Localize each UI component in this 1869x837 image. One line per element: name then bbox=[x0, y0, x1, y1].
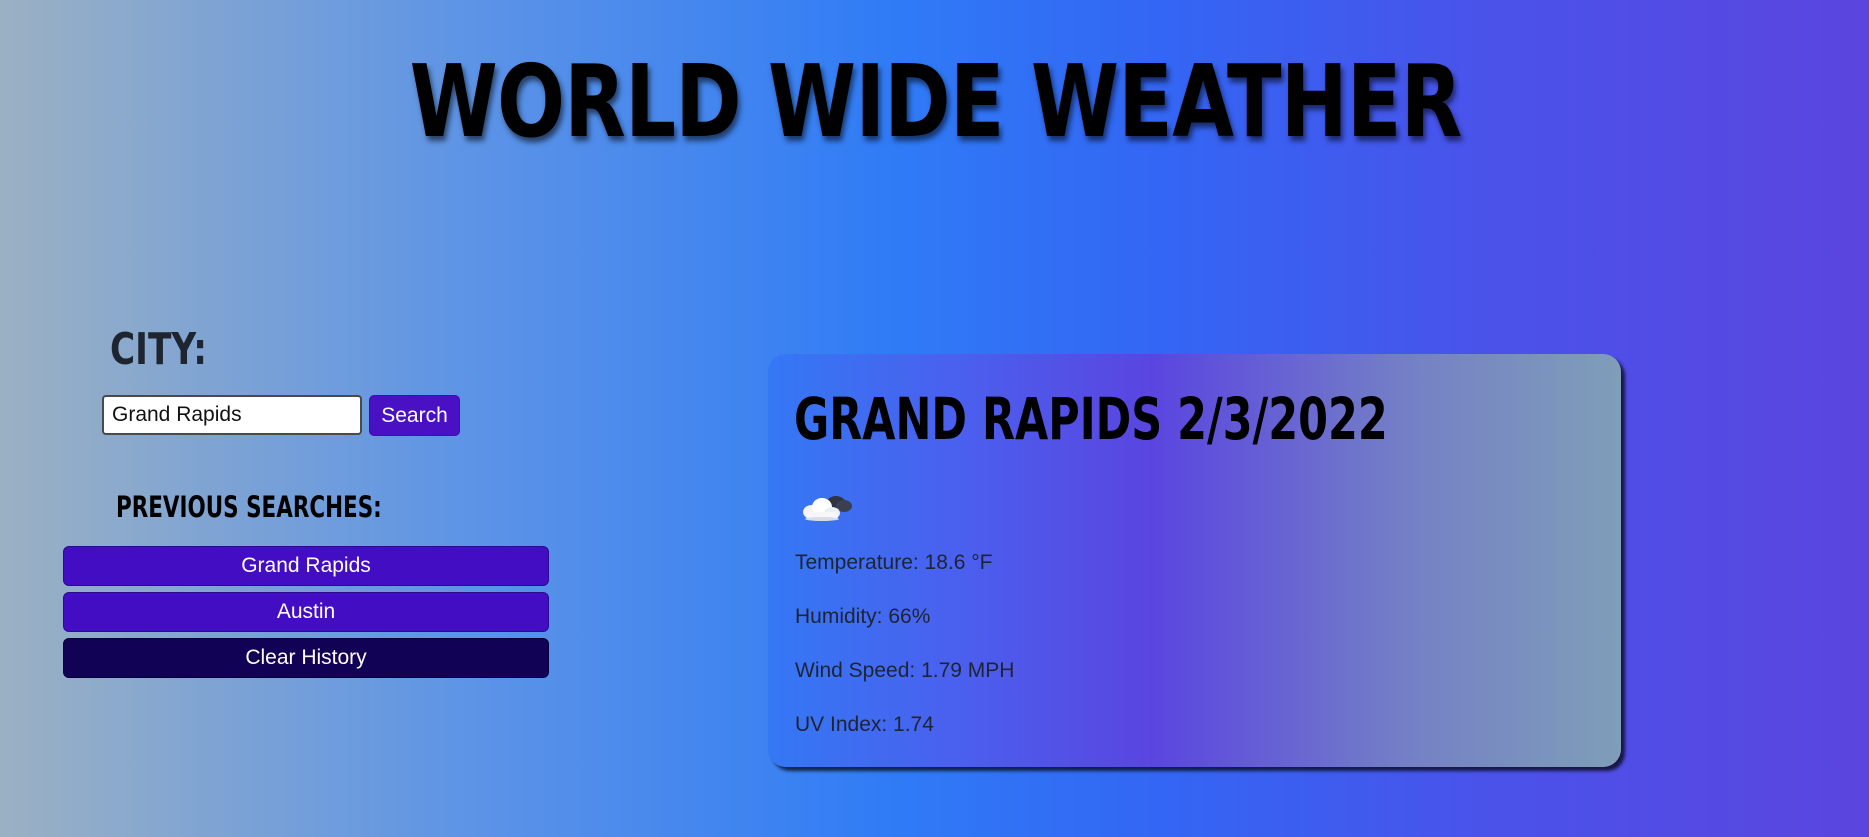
wind-speed-text: Wind Speed: 1.79 MPH bbox=[795, 659, 1015, 682]
search-button[interactable]: Search bbox=[369, 395, 460, 436]
city-date-title: Grand Rapids 2/3/2022 bbox=[794, 385, 1388, 453]
history-item-grand-rapids[interactable]: Grand Rapids bbox=[63, 546, 549, 586]
cloudy-night-icon bbox=[803, 496, 852, 521]
previous-searches-label: Previous Searches: bbox=[116, 490, 382, 524]
temperature-text: Temperature: 18.6 °F bbox=[795, 551, 993, 574]
site-title: World Wide Weather bbox=[409, 43, 1463, 160]
city-search-input[interactable] bbox=[102, 395, 362, 435]
humidity-text: Humidity: 66% bbox=[795, 605, 931, 628]
current-weather-card: Grand Rapids 2/3/2022 Temperature: 18.6 … bbox=[768, 354, 1621, 767]
history-list: Grand Rapids Austin Clear History bbox=[63, 546, 549, 678]
clear-history-button[interactable]: Clear History bbox=[63, 638, 549, 678]
uv-index-text: UV Index: 1.74 bbox=[795, 713, 934, 736]
history-item-austin[interactable]: Austin bbox=[63, 592, 549, 632]
city-label: City: bbox=[110, 324, 207, 375]
